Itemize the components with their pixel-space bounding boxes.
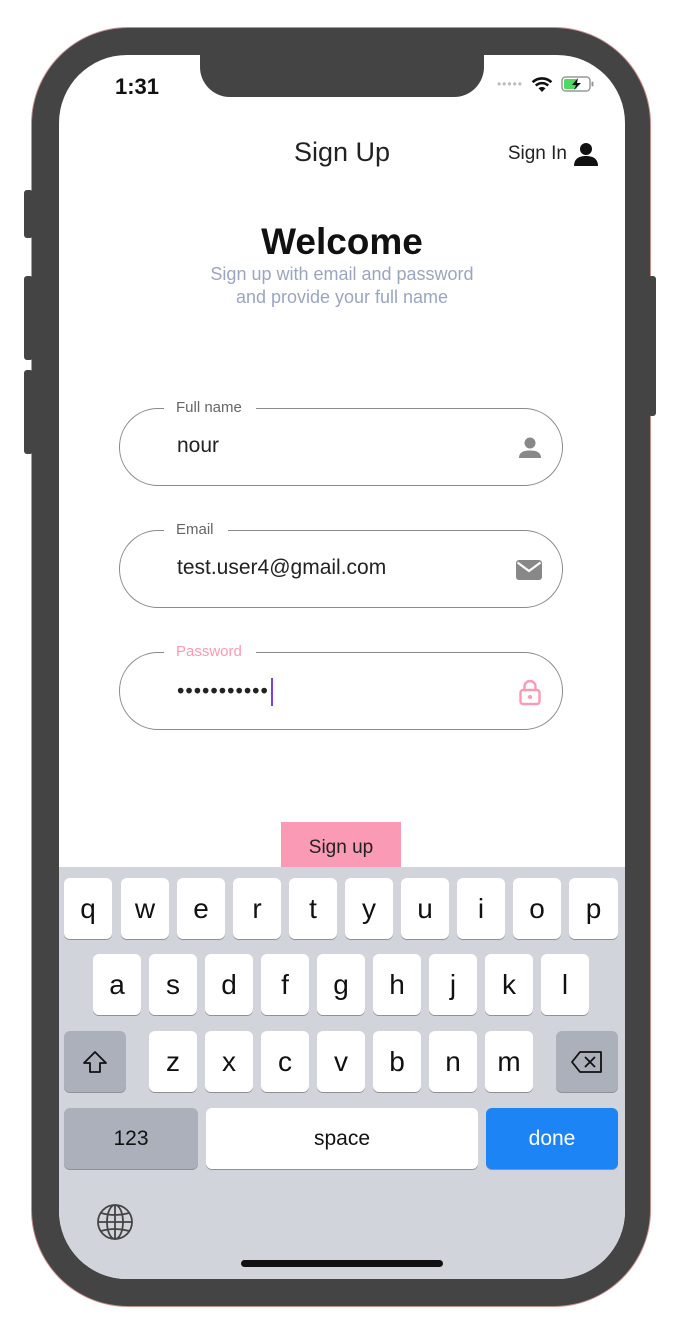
key-d[interactable]: d [205, 954, 253, 1015]
password-dots: ••••••••••• [177, 679, 269, 703]
full-name-field[interactable]: Full name nour [119, 399, 563, 486]
battery-charging-icon [561, 76, 594, 92]
keyboard: q w e r t y u i o p a s d f g h j k l z … [59, 867, 625, 1279]
space-key[interactable]: space [206, 1108, 478, 1169]
key-k[interactable]: k [485, 954, 533, 1015]
sign-in-link[interactable]: Sign In [508, 141, 599, 167]
key-o[interactable]: o [513, 878, 561, 939]
app-screen: 1:31 ••••• Sign Up Sign In Welcome Sign … [59, 55, 625, 1279]
email-field[interactable]: Email test.user4@gmail.com [119, 521, 563, 608]
key-m[interactable]: m [485, 1031, 533, 1092]
subtitle-line-1: Sign up with email and password [210, 264, 474, 284]
key-x[interactable]: x [205, 1031, 253, 1092]
status-icons: ••••• [497, 75, 595, 93]
email-input[interactable]: test.user4@gmail.com [177, 556, 386, 580]
key-f[interactable]: f [261, 954, 309, 1015]
notch [200, 55, 484, 97]
person-icon [519, 437, 541, 458]
home-indicator[interactable] [241, 1260, 443, 1267]
key-i[interactable]: i [457, 878, 505, 939]
subtitle-line-2: and provide your full name [235, 287, 449, 307]
delete-key[interactable] [556, 1031, 618, 1092]
password-label: Password [164, 643, 256, 660]
password-field[interactable]: Password ••••••••••• [119, 643, 563, 730]
key-y[interactable]: y [345, 878, 393, 939]
full-name-input[interactable]: nour [177, 434, 219, 458]
numbers-key[interactable]: 123 [64, 1108, 198, 1169]
sign-in-label: Sign In [507, 143, 567, 164]
key-w[interactable]: w [121, 878, 169, 939]
password-input[interactable]: ••••••••••• [177, 678, 273, 706]
key-g[interactable]: g [317, 954, 365, 1015]
key-u[interactable]: u [401, 878, 449, 939]
key-z[interactable]: z [149, 1031, 197, 1092]
key-r[interactable]: r [233, 878, 281, 939]
key-c[interactable]: c [261, 1031, 309, 1092]
key-j[interactable]: j [429, 954, 477, 1015]
text-caret [270, 678, 273, 706]
full-name-label: Full name [164, 399, 256, 416]
wifi-icon [531, 76, 553, 92]
shift-key[interactable] [64, 1031, 126, 1092]
backspace-icon [571, 1050, 602, 1073]
key-t[interactable]: t [289, 878, 337, 939]
key-l[interactable]: l [541, 954, 589, 1015]
volume-down-button [24, 370, 33, 454]
key-q[interactable]: q [64, 878, 112, 939]
email-label: Email [164, 521, 228, 538]
mute-switch [24, 190, 33, 238]
globe-icon[interactable] [96, 1203, 134, 1241]
key-e[interactable]: e [177, 878, 225, 939]
shift-icon [83, 1050, 107, 1073]
key-v[interactable]: v [317, 1031, 365, 1092]
status-time: 1:31 [115, 74, 160, 99]
envelope-icon [516, 560, 542, 580]
done-key[interactable]: done [486, 1108, 618, 1169]
welcome-subtitle: Sign up with email and password and prov… [59, 263, 625, 309]
lock-icon [519, 679, 541, 706]
key-s[interactable]: s [149, 954, 197, 1015]
sign-up-button[interactable]: Sign up [281, 822, 401, 870]
key-h[interactable]: h [373, 954, 421, 1015]
welcome-heading: Welcome [261, 221, 423, 262]
key-n[interactable]: n [429, 1031, 477, 1092]
person-icon [574, 143, 598, 166]
key-p[interactable]: p [569, 878, 618, 939]
key-b[interactable]: b [373, 1031, 421, 1092]
volume-up-button [24, 276, 33, 360]
signal-dots-icon: ••••• [496, 77, 523, 91]
key-a[interactable]: a [93, 954, 141, 1015]
power-button [648, 276, 656, 416]
